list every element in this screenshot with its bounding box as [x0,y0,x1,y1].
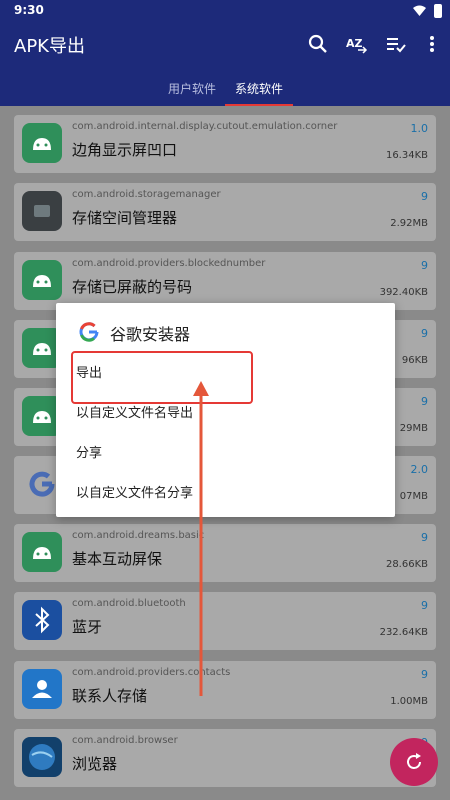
option-share-custom-name[interactable]: 以自定义文件名分享 [76,482,376,512]
export-options-dialog: 谷歌安装器 导出 以自定义文件名导出 分享 以自定义文件名分享 [56,303,395,517]
package-name: com.android.providers.blockednumber [72,258,266,269]
app-bar: APK导出 AZ 用户软件 系统软件 [0,22,450,106]
browser-icon [22,737,62,777]
android-icon [22,123,62,163]
android-icon [22,260,62,300]
tab-bar: 用户软件 系统软件 [0,74,450,106]
app-version: 9 [421,190,428,203]
highlight-box [71,351,253,404]
battery-icon [434,4,442,18]
app-size: 29MB [399,423,428,434]
list-item[interactable]: com.android.bluetooth 蓝牙 9 232.64KB [14,592,436,650]
more-vert-icon[interactable] [420,32,444,56]
android-icon [22,532,62,572]
option-export-custom-name[interactable]: 以自定义文件名导出 [76,402,376,432]
app-version: 9 [421,599,428,612]
refresh-button[interactable] [390,738,438,786]
svg-text:AZ: AZ [346,37,363,50]
package-name: com.android.storagemanager [72,189,221,200]
refresh-icon [407,753,421,769]
app-size: 1.00MB [390,696,428,707]
app-size: 2.92MB [390,218,428,229]
sort-az-icon[interactable]: AZ [344,32,368,56]
app-name: 边角显示屏凹口 [72,141,178,159]
app-name: 蓝牙 [72,618,103,636]
tab-user-apps[interactable]: 用户软件 [168,80,216,97]
app-version: 9 [421,327,428,340]
package-name: com.android.providers.contacts [72,667,231,678]
app-size: 232.64KB [379,627,428,638]
option-share[interactable]: 分享 [76,442,376,472]
dialog-title: 谷歌安装器 [110,325,191,344]
status-time: 9:30 [14,3,44,17]
app-name: 存储已屏蔽的号码 [72,278,193,296]
app-title: APK导出 [14,36,85,57]
package-name: com.android.bluetooth [72,598,186,609]
search-icon[interactable] [306,32,330,56]
app-name: 联系人存储 [72,687,148,705]
app-version: 9 [421,668,428,681]
storage-icon [22,191,62,231]
app-version: 1.0 [410,122,429,135]
wifi-icon [413,5,426,16]
bluetooth-icon [22,600,62,640]
app-version: 9 [421,531,428,544]
list-item[interactable]: com.android.storagemanager 存储空间管理器 9 2.9… [14,183,436,241]
app-name: 存储空间管理器 [72,209,178,227]
app-size: 16.34KB [385,150,428,161]
list-item[interactable]: com.android.providers.contacts 联系人存储 9 1… [14,661,436,719]
package-name: com.android.dreams.basic [72,530,205,541]
app-size: 392.40KB [379,287,428,298]
package-name: com.android.browser [72,735,178,746]
app-size: 28.66KB [385,559,428,570]
app-size: 07MB [399,491,428,502]
app-version: 2.0 [410,463,429,476]
app-version: 9 [421,259,428,272]
app-name: 基本互动屏保 [72,550,163,568]
status-bar: 9:30 [0,0,450,22]
app-version: 9 [421,395,428,408]
tab-system-apps[interactable]: 系统软件 [235,80,283,97]
checklist-icon[interactable] [384,32,408,56]
google-icon [79,322,99,342]
app-name: 浏览器 [72,755,118,773]
list-item[interactable]: com.android.providers.blockednumber 存储已屏… [14,252,436,310]
contacts-icon [22,669,62,709]
app-size: 96KB [401,355,428,366]
annotation-arrow [193,381,209,696]
package-name: com.android.internal.display.cutout.emul… [72,121,338,132]
list-item[interactable]: com.android.dreams.basic 基本互动屏保 9 28.66K… [14,524,436,582]
list-item[interactable]: com.android.internal.display.cutout.emul… [14,115,436,173]
list-item[interactable]: com.android.browser 浏览器 9 [14,729,436,787]
